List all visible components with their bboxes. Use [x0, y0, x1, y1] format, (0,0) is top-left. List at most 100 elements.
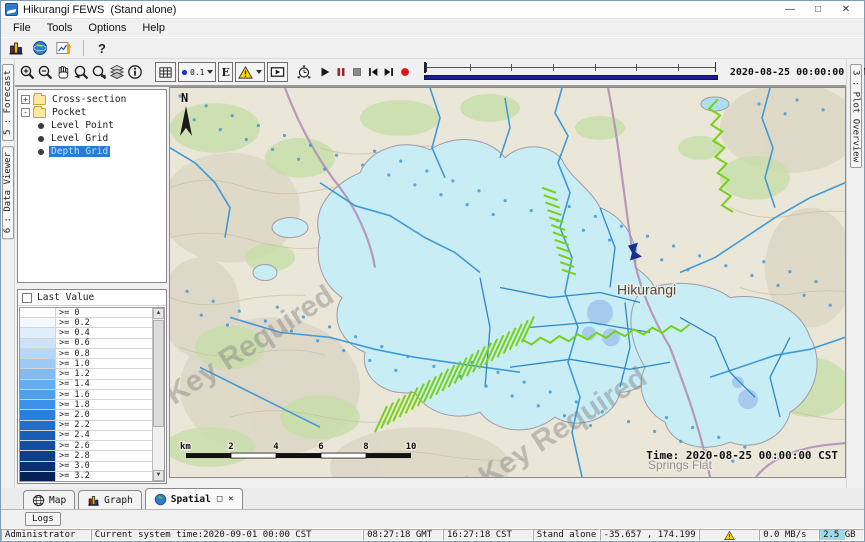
map-viewport[interactable]: Hikurangi Springs Flat API Key Required …	[169, 87, 846, 478]
legend-color-swatch	[20, 400, 56, 409]
legend-color-swatch	[20, 339, 56, 348]
svg-text:2: 2	[228, 442, 233, 452]
close-button[interactable]: ✕	[832, 1, 860, 18]
warning-icon	[724, 530, 735, 541]
validation-warning-dropdown[interactable]	[235, 62, 265, 82]
scroll-down-icon[interactable]: ▼	[153, 470, 164, 481]
last-value-label: Last Value	[37, 292, 94, 303]
bullet-icon	[38, 136, 44, 142]
menu-item[interactable]: File	[5, 20, 39, 36]
legend-row[interactable]: >= 0	[20, 308, 152, 318]
status-user: Administrator	[1, 529, 91, 541]
close-pane-icon[interactable]: ✕	[228, 494, 233, 504]
tree-node-level-point[interactable]: Level Point	[19, 119, 165, 132]
time-navigator-icon[interactable]	[296, 62, 312, 83]
zoom-next-icon[interactable]	[91, 62, 107, 83]
legend-panel: Last Value >= 0 >= 0.2 >= 0.4 >= 0.6 >= …	[17, 289, 167, 484]
legend-row[interactable]: >= 1.0	[20, 359, 152, 369]
app-icon	[5, 3, 18, 16]
tab-spatial[interactable]: Spatial □ ✕	[145, 488, 243, 509]
legend-row-label: >= 2.8	[56, 451, 152, 460]
pause-icon[interactable]	[334, 62, 348, 83]
legend-scrollbar[interactable]: ▲ ▼	[152, 308, 164, 481]
toolbar-separator	[83, 40, 84, 56]
legend-row[interactable]: >= 1.4	[20, 380, 152, 390]
status-system-time: Current system time:2020-09-01 00:00 CST	[91, 529, 363, 541]
precision-selector[interactable]: 0.1	[178, 62, 216, 82]
svg-text:8: 8	[363, 442, 368, 452]
legend-row[interactable]: >= 0.8	[20, 349, 152, 359]
legend-row[interactable]: >= 0.4	[20, 328, 152, 338]
town-label: Hikurangi	[617, 281, 676, 297]
legend-row[interactable]: >= 2.8	[20, 451, 152, 461]
help-icon[interactable]: ?	[94, 41, 110, 56]
logs-button[interactable]: Logs	[25, 512, 61, 526]
expand-icon[interactable]: +	[21, 95, 30, 104]
legend-row[interactable]: >= 2.0	[20, 410, 152, 420]
legend-row-label: >= 1.0	[56, 359, 152, 368]
minimize-button[interactable]: —	[776, 1, 804, 18]
record-icon[interactable]	[398, 62, 412, 83]
maximize-button[interactable]: □	[804, 1, 832, 18]
collapse-icon[interactable]: -	[21, 108, 30, 117]
tree-node-pocket[interactable]: - Pocket	[19, 106, 165, 119]
menu-item[interactable]: Options	[80, 20, 134, 36]
precision-label: 0.1	[190, 68, 204, 77]
time-slider-handle[interactable]	[424, 62, 426, 73]
legend-row[interactable]: >= 1.2	[20, 369, 152, 379]
first-frame-icon[interactable]	[366, 62, 380, 83]
tab-forecast[interactable]: 5 : Forecast	[2, 64, 14, 141]
last-value-checkbox[interactable]	[22, 293, 32, 303]
scrollbar-thumb[interactable]	[153, 320, 164, 427]
legend-color-swatch	[20, 410, 56, 419]
legend-row[interactable]: >= 3.0	[20, 462, 152, 472]
legend-color-swatch	[20, 318, 56, 327]
tree-node-level-grid[interactable]: Level Grid	[19, 132, 165, 145]
legend-row[interactable]: >= 2.2	[20, 421, 152, 431]
play-icon[interactable]	[318, 62, 332, 83]
legend-color-swatch	[20, 431, 56, 440]
tab-data-viewer[interactable]: 6 : Data Viewer	[2, 146, 14, 239]
timeseries-display-icon[interactable]	[55, 39, 73, 57]
legend-list: >= 0 >= 0.2 >= 0.4 >= 0.6 >= 0.8 >= 1.0 …	[20, 308, 152, 481]
legend-color-swatch	[20, 349, 56, 358]
legend-row[interactable]: >= 3.2	[20, 472, 152, 481]
legend-row[interactable]: >= 2.6	[20, 441, 152, 451]
legend-row[interactable]: >= 0.6	[20, 339, 152, 349]
animation-icon[interactable]	[267, 62, 288, 82]
legend-color-swatch	[20, 328, 56, 337]
tree-node-depth-grid[interactable]: Depth Grid	[19, 145, 165, 158]
map-area: Hikurangi Springs Flat API Key Required …	[169, 87, 846, 488]
legend-row[interactable]: >= 1.8	[20, 400, 152, 410]
scroll-up-icon[interactable]: ▲	[153, 308, 164, 319]
zoom-in-icon[interactable]	[19, 62, 35, 83]
tab-graph[interactable]: Graph	[78, 490, 142, 509]
labels-toggle[interactable]: E	[218, 62, 232, 82]
legend-row[interactable]: >= 0.2	[20, 318, 152, 328]
menu-item[interactable]: Help	[134, 20, 173, 36]
status-mode: Stand alone	[533, 529, 600, 541]
pan-icon[interactable]	[55, 62, 71, 83]
database-icon[interactable]	[7, 39, 25, 57]
status-warning[interactable]	[699, 529, 759, 541]
chevron-down-icon	[256, 70, 262, 74]
stop-icon[interactable]	[350, 62, 364, 83]
tab-plot-overview[interactable]: 3 : Plot Overview	[850, 64, 862, 168]
menu-item[interactable]: Tools	[39, 20, 81, 36]
svg-text:10: 10	[406, 442, 417, 452]
folder-icon	[33, 95, 46, 105]
time-slider[interactable]	[422, 61, 720, 83]
bullet-icon	[38, 123, 44, 129]
legend-row[interactable]: >= 1.6	[20, 390, 152, 400]
layers-icon[interactable]	[109, 62, 125, 83]
globe-icon[interactable]	[31, 39, 49, 57]
legend-row[interactable]: >= 2.4	[20, 431, 152, 441]
tree-node-cross-section[interactable]: + Cross-section	[19, 93, 165, 106]
grid-icon[interactable]	[155, 62, 176, 82]
last-frame-icon[interactable]	[382, 62, 396, 83]
restore-pane-icon[interactable]: □	[217, 494, 222, 504]
zoom-out-icon[interactable]	[37, 62, 53, 83]
zoom-previous-icon[interactable]	[73, 62, 89, 83]
info-icon[interactable]	[127, 62, 143, 83]
tab-map[interactable]: Map	[23, 490, 75, 509]
